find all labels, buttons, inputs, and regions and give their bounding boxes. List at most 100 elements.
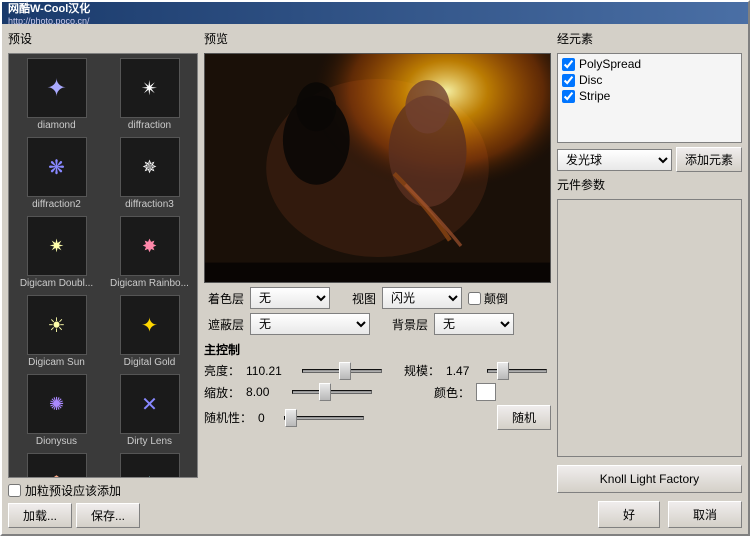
random-button[interactable]: 随机 [497, 405, 551, 430]
params-area [557, 199, 742, 457]
stripe-name: Stripe [579, 89, 610, 103]
mask-layer-label: 遮蔽层 [204, 316, 244, 333]
preset-name-dirty-lens: Dirty Lens [127, 436, 172, 447]
distant-icon [141, 473, 157, 479]
bg-layer-dropdown[interactable]: 无 [434, 313, 514, 335]
preview-svg [205, 54, 550, 282]
color-layer-row: 着色层 无 视图 闪光 颠倒 [204, 287, 551, 309]
preset-item-distant[interactable]: Distant [104, 451, 195, 478]
brightness-value: 110.21 [246, 364, 296, 378]
zoom-label: 缩放： [204, 384, 240, 401]
disc-checkbox[interactable] [562, 74, 575, 87]
random-value: 0 [258, 411, 278, 425]
view-dropdown[interactable]: 闪光 [382, 287, 462, 309]
bg-layer-label: 背景层 [392, 316, 428, 333]
polyspread-checkbox[interactable] [562, 58, 575, 71]
elements-label: 经元素 [557, 30, 742, 47]
diffraction3-icon [142, 157, 157, 178]
add-element-button[interactable]: 添加元素 [676, 147, 742, 172]
preset-item-diffraction2[interactable]: diffraction2 [11, 135, 102, 212]
brightness-slider[interactable] [302, 369, 382, 373]
color-layer-label: 着色层 [204, 290, 244, 307]
emitter-dropdown[interactable]: 发光球 [557, 149, 672, 171]
preset-item-diffraction3[interactable]: diffraction3 [104, 135, 195, 212]
preset-item-digicam-double[interactable]: Digicam Doubl... [11, 214, 102, 291]
preview-image [204, 53, 551, 283]
preset-thumbnail-dionysus [27, 374, 87, 434]
preset-grid-container[interactable]: diamond diffraction diffraction2 [8, 53, 198, 478]
diamond-icon [46, 74, 66, 103]
preset-name-digital-gold: Digital Gold [124, 357, 176, 368]
preset-thumbnail-distant [120, 453, 180, 478]
mask-layer-dropdown[interactable]: 无 [250, 313, 370, 335]
params-label: 元件参数 [557, 176, 742, 193]
digital-gold-icon [141, 313, 158, 338]
preset-label: 预设 [8, 30, 198, 47]
zoom-value: 8.00 [246, 385, 286, 399]
random-row: 随机性： 0 随机 [204, 405, 551, 430]
knoll-button[interactable]: Knoll Light Factory [557, 465, 742, 493]
preset-thumbnail-digicam-rainbow [120, 216, 180, 276]
view-label: 视图 [352, 290, 376, 307]
stripe-checkbox[interactable] [562, 90, 575, 103]
preset-buttons: 加载... 保存... [8, 503, 198, 528]
app-title: 网酷W-Cool汉化 [8, 0, 90, 16]
controls-area: 着色层 无 视图 闪光 颠倒 遮蔽层 [204, 287, 551, 430]
scale-label: 规模： [404, 362, 440, 379]
preset-item-digicam-sun[interactable]: Digicam Sun [11, 293, 102, 370]
preset-item-diamond[interactable]: diamond [11, 56, 102, 133]
preview-label: 预览 [204, 30, 551, 47]
scale-slider[interactable] [487, 369, 547, 373]
preset-thumbnail-discovery [27, 453, 87, 478]
add-preset-row: 加粒预设应该添加 [8, 482, 198, 499]
discovery-icon [49, 473, 65, 479]
element-polyspread[interactable]: PolySpread [560, 56, 739, 72]
preset-item-dirty-lens[interactable]: Dirty Lens [104, 372, 195, 449]
flip-checkbox-label[interactable]: 颠倒 [468, 290, 508, 307]
brightness-label: 亮度： [204, 362, 240, 379]
digicam-double-icon [49, 236, 64, 257]
color-swatch[interactable] [476, 383, 496, 401]
preset-thumbnail-diamond [27, 58, 87, 118]
preset-item-digicam-rainbow[interactable]: Digicam Rainbo... [104, 214, 195, 291]
digicam-sun-icon [48, 313, 66, 338]
elements-list[interactable]: PolySpread Disc Stripe [557, 53, 742, 143]
digicam-rainbow-icon [142, 236, 157, 257]
preset-panel: 预设 diamond diffraction [8, 30, 198, 528]
preset-thumbnail-diffraction3 [120, 137, 180, 197]
random-slider[interactable] [284, 416, 364, 420]
zoom-row: 缩放： 8.00 颜色： [204, 383, 551, 401]
preset-name-diffraction: diffraction [128, 120, 171, 131]
preset-name-dionysus: Dionysus [36, 436, 77, 447]
preset-item-diffraction[interactable]: diffraction [104, 56, 195, 133]
main-content: 预设 diamond diffraction [2, 24, 748, 534]
preset-name-diamond: diamond [37, 120, 75, 131]
brightness-row: 亮度： 110.21 规模： 1.47 [204, 362, 551, 379]
preset-name-diffraction2: diffraction2 [32, 199, 81, 210]
preset-item-dionysus[interactable]: Dionysus [11, 372, 102, 449]
element-disc[interactable]: Disc [560, 72, 739, 88]
preset-thumbnail-diffraction [120, 58, 180, 118]
disc-name: Disc [579, 73, 602, 87]
add-preset-label: 加粒预设应该添加 [25, 482, 121, 499]
master-control-label: 主控制 [204, 341, 551, 358]
save-button[interactable]: 保存... [76, 503, 140, 528]
title-bar-text: 网酷W-Cool汉化 http://photo.poco.cn/ [8, 0, 90, 26]
color-layer-dropdown[interactable]: 无 [250, 287, 330, 309]
photo-simulation [205, 54, 550, 282]
flip-label: 颠倒 [484, 290, 508, 307]
polyspread-name: PolySpread [579, 57, 641, 71]
ok-button[interactable]: 好 [598, 501, 660, 528]
element-stripe[interactable]: Stripe [560, 88, 739, 104]
zoom-slider[interactable] [292, 390, 372, 394]
preset-item-digital-gold[interactable]: Digital Gold [104, 293, 195, 370]
add-preset-checkbox[interactable] [8, 484, 21, 497]
right-panel: 经元素 PolySpread Disc Stripe 发光 [557, 30, 742, 528]
dialog-buttons: 好 取消 [557, 501, 742, 528]
load-button[interactable]: 加载... [8, 503, 72, 528]
cancel-button[interactable]: 取消 [668, 501, 742, 528]
main-window: 网酷W-Cool汉化 http://photo.poco.cn/ 预设 diam… [0, 0, 750, 536]
flip-checkbox[interactable] [468, 292, 481, 305]
preset-item-discovery[interactable]: Discovery [11, 451, 102, 478]
preset-name-diffraction3: diffraction3 [125, 199, 174, 210]
